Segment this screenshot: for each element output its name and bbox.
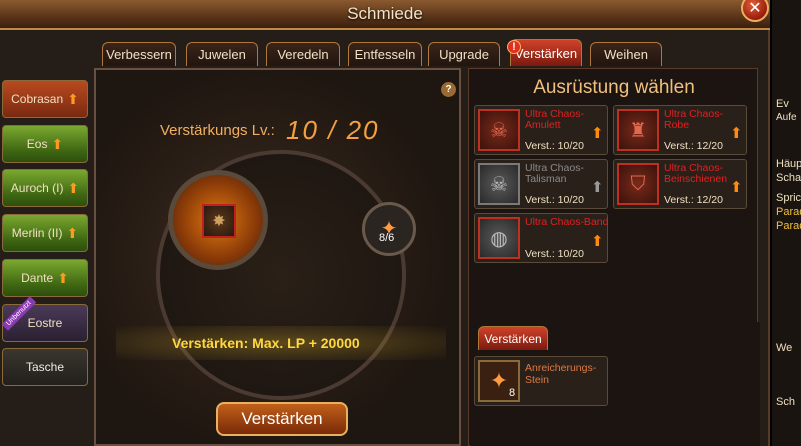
sidebar-item-cobrasan[interactable]: Cobrasan ⬆ [2,80,88,118]
tab-weihen[interactable]: Weihen [590,42,662,66]
equipment-item-robe[interactable]: ♜ Ultra Chaos-Robe Verst.: 12/20 ⬆ [613,105,747,155]
forge-window: Schmiede ✕ Verbessern Juwelen Veredeln E… [0,0,770,446]
window-title: Schmiede [347,4,423,23]
level-value: 10 / 20 [286,115,380,145]
sidebar-item-tasche[interactable]: Tasche [2,348,88,386]
hud-link[interactable]: Parad [776,206,801,218]
material-item[interactable]: ✦ 8 Anreicherungs-Stein [474,356,608,406]
hud-text: Spric [776,192,801,204]
hud-text: Ev [776,98,789,110]
hud-link[interactable]: Parad [776,220,801,232]
close-icon: ✕ [748,0,762,17]
upgrade-arrow-icon: ⬆ [67,90,79,107]
material-item-count: 8 [509,387,516,399]
sidebar-item-eos[interactable]: Eos ⬆ [2,125,88,163]
reinforce-button[interactable]: Verstärken [216,402,348,436]
material-count: 8/6 [379,232,395,244]
robe-icon: ♜ [617,109,659,151]
sidebar-item-label: Auroch (I) [10,181,64,195]
upgrade-arrow-icon: ⬆ [57,269,69,286]
equipment-level: Verst.: 12/20 [664,140,723,152]
sidebar-item-label: Tasche [25,360,65,374]
hud-text: Häup [776,158,801,170]
alert-icon: ! [507,40,521,54]
sidebar-item-label: Merlin (II) [11,226,63,240]
upgrade-arrow-icon: ⬆ [66,224,79,241]
equipment-level: Verst.: 10/20 [525,194,584,206]
tab-juwelen[interactable]: Juwelen [186,42,258,66]
equipment-item-beinschienen[interactable]: ⛉ Ultra Chaos-Beinschienen Verst.: 12/20… [613,159,747,209]
sidebar-item-label: Eostre [27,316,63,330]
bonus-text: Verstärken: Max. LP + 20000 [172,335,360,351]
sidebar-item-auroch[interactable]: Auroch (I) ⬆ [2,169,88,207]
tab-veredeln[interactable]: Veredeln [266,42,340,66]
hud-text: Scha [776,172,801,184]
upgrade-arrow-icon: ⬆ [730,125,743,142]
sidebar-item-eostre[interactable]: Unbenutzt Eostre [1,296,88,342]
tab-entfesseln[interactable]: Entfesseln [348,42,422,66]
sidebar-item-dante[interactable]: Dante ⬆ [2,259,88,297]
title-bar: Schmiede [0,0,770,30]
tab-materials-verstaerken[interactable]: Verstärken [478,326,548,350]
hud-text: Sch [776,396,795,408]
material-item-name: Anreicherungs-Stein [525,362,597,386]
equipment-item-band[interactable]: ◍ Ultra Chaos-Band Verst.: 10/20 ⬆ [474,213,608,263]
talisman-icon: ☠ [478,163,520,205]
sidebar-item-merlin[interactable]: Merlin (II) ⬆ [2,214,88,252]
leggings-icon: ⛉ [617,163,659,205]
tab-verbessern[interactable]: Verbessern [102,42,176,66]
equipment-item-talisman[interactable]: ☠ Ultra Chaos-Talisman Verst.: 10/20 ⬆ [474,159,608,209]
ring-icon: ◍ [478,217,520,259]
hud-text: We [776,342,793,354]
sidebar-item-label: Eos [26,137,48,151]
right-edge-hud: Ev Aufe Häup Scha Spric Parad Parad We S… [772,0,801,446]
sidebar-item-label: Cobrasan [11,92,64,106]
upgrade-arrow-icon: ⬆ [591,233,604,250]
equipment-name: Ultra Chaos-Band [525,216,609,228]
upgrade-arrow-icon: ⬆ [67,179,80,196]
amulet-icon: ✸ [202,204,236,238]
upgrade-arrow-icon: ⬆ [591,179,604,196]
equipment-level: Verst.: 10/20 [525,248,584,260]
tab-upgrade[interactable]: Upgrade [428,42,500,66]
tab-verstaerken[interactable]: Verstärken [510,39,582,66]
upgrade-arrow-icon: ⬆ [51,135,64,152]
sidebar-item-label: Dante [21,271,54,285]
equipment-title: Ausrüstung wählen [533,77,695,98]
equipment-item-amulett[interactable]: ☠ Ultra Chaos-Amulett Verst.: 10/20 ⬆ [474,105,608,155]
hud-text: Aufe [776,112,797,123]
level-label: Verstärkungs Lv.: [160,122,275,139]
equipment-level: Verst.: 12/20 [664,194,723,206]
materials-panel: Verstärken ✦ 8 Anreicherungs-Stein [470,322,760,446]
equipment-level: Verst.: 10/20 [525,140,584,152]
amulet-icon: ☠ [478,109,520,151]
upgrade-arrow-icon: ⬆ [591,125,604,142]
upgrade-arrow-icon: ⬆ [730,179,743,196]
reinforce-panel: ? Verstärkungs Lv.: 10 / 20 ✸ ✦ 8/6 Vers… [94,68,461,446]
help-icon[interactable]: ? [441,82,456,97]
